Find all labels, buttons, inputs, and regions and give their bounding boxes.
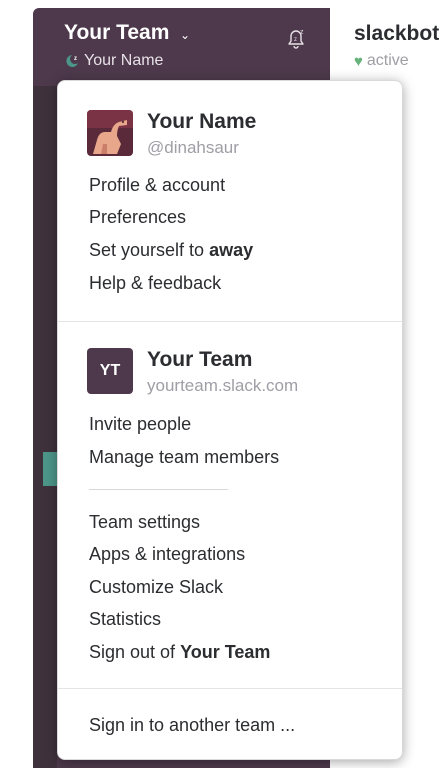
sign-out-prefix: Sign out of [89, 642, 181, 662]
heart-icon: ♥ [354, 52, 363, 70]
svg-text:z: z [294, 37, 297, 43]
sign-out-team: Your Team [180, 642, 271, 662]
set-away-status: away [209, 240, 254, 260]
preferences-item[interactable]: Preferences [89, 207, 186, 228]
set-away-prefix: Set yourself to [89, 240, 210, 260]
team-domain: yourteam.slack.com [147, 376, 299, 395]
profile-account-item[interactable]: Profile & account [89, 175, 225, 196]
help-feedback-item[interactable]: Help & feedback [89, 273, 221, 294]
team-settings-item[interactable]: Team settings [89, 512, 200, 533]
invite-people-item[interactable]: Invite people [89, 414, 191, 435]
moon-icon: z [66, 55, 78, 67]
profile-name: Your Name [147, 110, 257, 133]
presence-status: ♥ active [354, 52, 409, 70]
apps-integrations-item[interactable]: Apps & integrations [89, 544, 245, 565]
svg-text:z: z [74, 56, 77, 62]
team-avatar[interactable]: YT [87, 348, 133, 394]
active-channel-highlight [43, 452, 57, 486]
team-name: Your Team [64, 21, 170, 44]
manage-members-item[interactable]: Manage team members [89, 447, 279, 468]
sign-out-item[interactable]: Sign out of Your Team [89, 642, 270, 663]
divider [89, 489, 228, 490]
team-section: YT Your Team yourteam.slack.com Invite p… [58, 321, 402, 689]
user-section: Your Name @dinahsaur Profile & account P… [58, 81, 402, 321]
user-status[interactable]: z Your Name [64, 52, 163, 70]
team-title: Your Team [147, 348, 253, 371]
statistics-item[interactable]: Statistics [89, 609, 161, 630]
presence-label: active [366, 52, 409, 69]
user-name: Your Name [84, 52, 164, 69]
chevron-down-icon[interactable]: ⌄ [180, 28, 190, 42]
avatar[interactable] [87, 110, 133, 156]
svg-text:z: z [300, 29, 304, 36]
sidebar-channel-strip [33, 86, 57, 768]
team-menu-button[interactable]: Your Team [64, 21, 169, 45]
channel-name[interactable]: slackbot [354, 22, 439, 46]
sign-in-section: Sign in to another team ... [58, 688, 402, 762]
sign-in-another-team-item[interactable]: Sign in to another team ... [89, 715, 295, 736]
dinosaur-avatar-image [87, 110, 133, 156]
customize-slack-item[interactable]: Customize Slack [89, 577, 223, 598]
bell-snooze-icon[interactable]: z z [283, 25, 309, 51]
team-menu-dropdown: Your Name @dinahsaur Profile & account P… [57, 80, 403, 760]
profile-handle: @dinahsaur [147, 138, 239, 157]
set-away-item[interactable]: Set yourself to away [89, 240, 253, 261]
